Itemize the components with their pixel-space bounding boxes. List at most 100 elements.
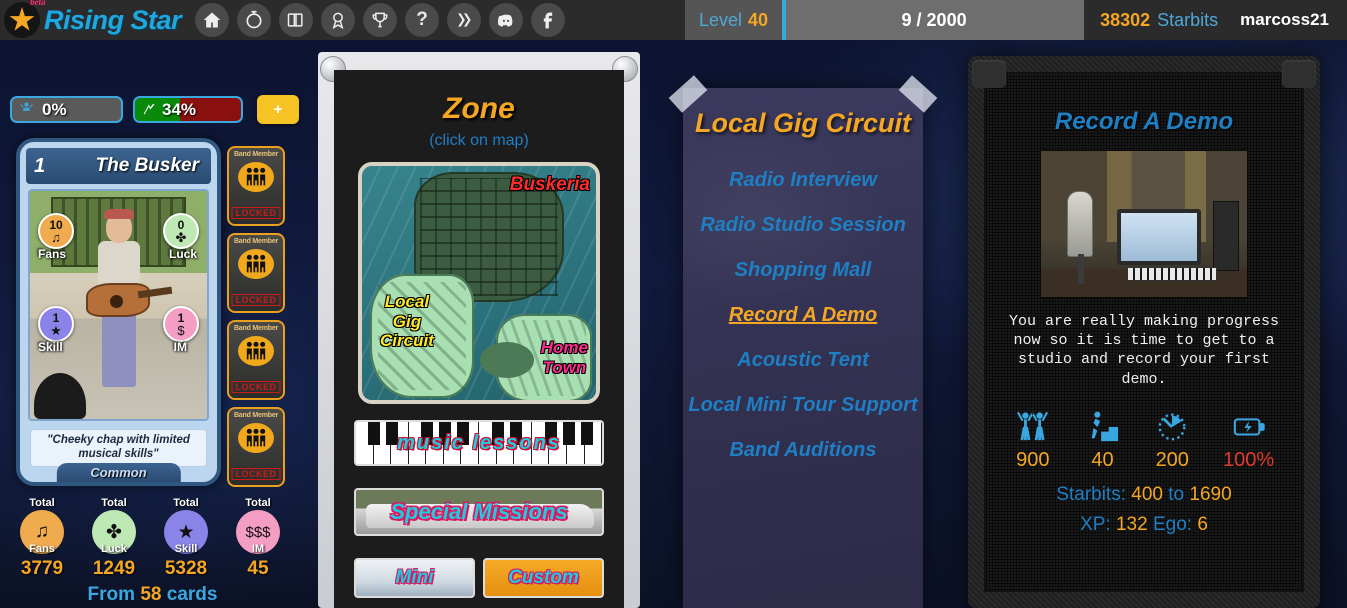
card-stat-fans-label: Fans <box>38 247 67 261</box>
discord-icon[interactable] <box>489 3 524 37</box>
from-cards-suffix: cards <box>166 584 218 605</box>
total-prefix: Total <box>245 497 271 509</box>
logo[interactable]: beta Rising Star <box>0 0 182 38</box>
totals-row: Total ♫ Fans 3779 Total ✤ Luck 1249 Tota… <box>0 487 300 580</box>
music-lessons-button[interactable]: music lessons <box>354 420 604 466</box>
total-luck: Total ✤ Luck 1249 <box>92 497 136 580</box>
nav-icon-group: ? <box>195 3 566 37</box>
card-stat-fans: 10 ♫ <box>38 213 74 249</box>
total-fans: Total ♫ Fans 3779 <box>20 497 64 580</box>
mission-record-a-demo[interactable]: Record A Demo <box>683 304 923 327</box>
starbits-display: 38302 Starbits <box>1084 0 1234 40</box>
total-name: Fans <box>29 543 55 555</box>
zone-secondary-buttons: Mini Custom <box>354 558 604 598</box>
card-title-bar: 1 The Busker <box>26 148 211 184</box>
total-prefix: Total <box>29 497 55 509</box>
poster-mission-list: Radio Interview Radio Studio Session Sho… <box>683 169 923 462</box>
band-slot-locked: LOCKED <box>231 468 281 480</box>
top-navigation-bar: beta Rising Star ? Level 40 9 / 2000 383… <box>0 0 1347 40</box>
music-lessons-label: music lessons <box>397 431 561 454</box>
mission-local-mini-tour-support[interactable]: Local Mini Tour Support <box>683 394 923 417</box>
starbits-reward-to: to <box>1168 483 1185 505</box>
from-cards-prefix: From <box>87 584 136 605</box>
band-slot-locked: LOCKED <box>231 381 281 393</box>
starbits-reward: Starbits: 400 to 1690 <box>984 484 1304 506</box>
mission-radio-interview[interactable]: Radio Interview <box>683 169 923 192</box>
mission-band-auditions[interactable]: Band Auditions <box>683 439 923 462</box>
energy-percent: 34% <box>162 99 197 119</box>
band-member-slot[interactable]: Band Member LOCKED <box>227 407 285 487</box>
card-stat-skill: 1 ★ <box>38 306 74 342</box>
band-slot-title: Band Member <box>233 325 279 332</box>
stopwatch-icon[interactable] <box>237 3 272 37</box>
xp-reward-value: 132 <box>1115 513 1148 535</box>
add-energy-button[interactable]: + <box>257 95 299 124</box>
map-islet[interactable] <box>480 342 534 378</box>
fans-crowd-icon <box>1014 405 1052 443</box>
energy-progress-bar[interactable]: 34% <box>133 96 243 123</box>
beta-badge: beta <box>30 0 46 7</box>
starbits-value: 38302 <box>1100 9 1151 30</box>
card-name: The Busker <box>95 155 199 176</box>
total-value: 5328 <box>164 558 208 579</box>
requirement-energy: 100% <box>1223 405 1274 472</box>
band-group-icon <box>238 249 274 279</box>
amp-title: Record A Demo <box>1054 108 1234 135</box>
timer-icon <box>1153 405 1191 443</box>
studio-photo <box>1040 150 1248 298</box>
hive-icon[interactable] <box>447 3 482 37</box>
mission-radio-studio-session[interactable]: Radio Studio Session <box>683 214 923 237</box>
custom-button[interactable]: Custom <box>483 558 604 598</box>
username-display[interactable]: marcoss21 <box>1234 0 1347 40</box>
starbits-reward-label: Starbits: <box>1056 483 1126 505</box>
card-stat-luck-label: Luck <box>168 247 197 261</box>
band-group-icon <box>238 336 274 366</box>
mini-button[interactable]: Mini <box>354 558 475 598</box>
card-area: 1 The Busker 10 ♫ Fans 0 ✤ Luck 1 ★ Skil… <box>0 138 305 487</box>
starbits-label: Starbits <box>1157 9 1219 30</box>
map-label-home-town[interactable]: Home Town <box>541 338 588 377</box>
player-card[interactable]: 1 The Busker 10 ♫ Fans 0 ✤ Luck 1 ★ Skil… <box>16 138 221 486</box>
zone-subtitle: (click on map) <box>429 132 529 149</box>
left-panel: 0% 34% + 1 The Busker 10 ♫ Fans 0 ✤ Luck… <box>0 40 305 608</box>
mission-shopping-mall[interactable]: Shopping Mall <box>683 259 923 282</box>
band-member-slot[interactable]: Band Member LOCKED <box>227 233 285 313</box>
mission-requirements: 900 40 200 100% <box>984 405 1304 472</box>
zone-title: Zone <box>443 92 515 125</box>
trophy-icon[interactable] <box>363 3 398 37</box>
starbits-reward-max: 1690 <box>1189 483 1232 505</box>
map-label-local-gig-circuit[interactable]: Local Gig Circuit <box>380 292 434 351</box>
map-label-buskeria[interactable]: Buskeria <box>510 174 590 196</box>
medal-icon[interactable] <box>321 3 356 37</box>
mini-label: Mini <box>395 567 434 588</box>
zone-inner: Zone (click on map) Buskeria Local Gig Cir… <box>334 70 624 608</box>
resource-bars: 0% 34% + <box>0 40 305 124</box>
total-skill: Total ★ Skill 5328 <box>164 497 208 580</box>
zone-panel: Zone (click on map) Buskeria Local Gig Cir… <box>318 52 640 608</box>
mission-acoustic-tent[interactable]: Acoustic Tent <box>683 349 923 372</box>
card-stat-luck: 0 ✤ <box>163 213 199 249</box>
fans-progress-bar[interactable]: 0% <box>10 96 123 123</box>
band-slot-locked: LOCKED <box>231 207 281 219</box>
card-rarity: Common <box>56 463 181 482</box>
card-number: 1 <box>34 154 46 177</box>
band-member-slot[interactable]: Band Member LOCKED <box>227 320 285 400</box>
total-name: IM <box>251 543 265 555</box>
player-stat-bar: Level 40 9 / 2000 38302 Starbits marcoss… <box>685 0 1347 40</box>
band-group-icon <box>238 162 274 192</box>
band-group-icon <box>238 423 274 453</box>
logo-text: Rising Star <box>44 4 182 35</box>
band-member-slot[interactable]: Band Member LOCKED <box>227 146 285 226</box>
star-logo-icon <box>4 2 40 38</box>
zone-map[interactable]: Buskeria Local Gig Circuit Home Town <box>358 162 600 404</box>
requirement-time: 200 <box>1153 405 1191 472</box>
mission-detail-amp-panel: Record A Demo You are really making prog… <box>968 56 1320 608</box>
skill-stairs-icon <box>1084 405 1122 443</box>
home-icon[interactable] <box>195 3 230 37</box>
fans-percent: 0% <box>42 99 67 119</box>
special-missions-button[interactable]: Special Missions <box>354 488 604 536</box>
cards-icon[interactable] <box>279 3 314 37</box>
help-icon[interactable]: ? <box>405 3 440 37</box>
facebook-icon[interactable] <box>531 3 566 37</box>
xp-ego-reward: XP: 132 Ego: 6 <box>984 514 1304 536</box>
